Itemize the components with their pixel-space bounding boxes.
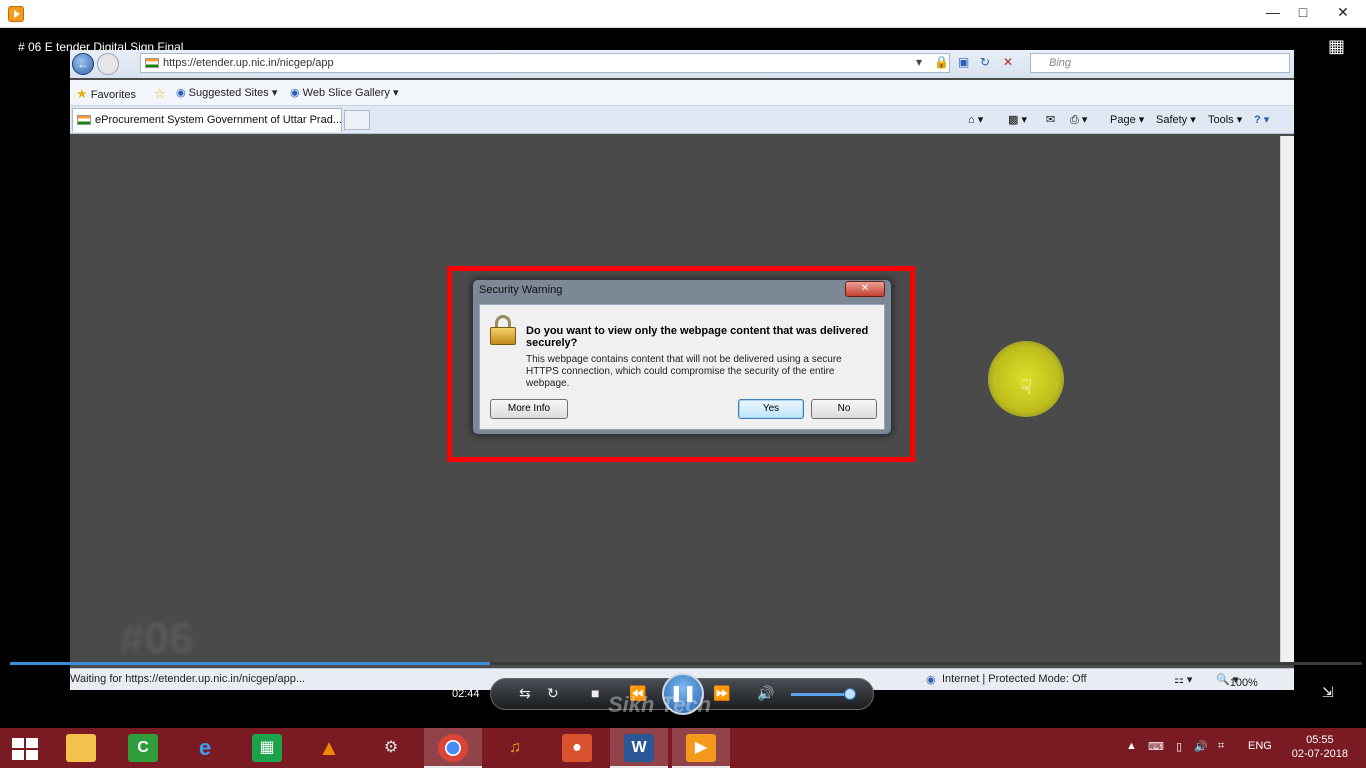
- ie-page-icon: ◉: [290, 87, 300, 99]
- repeat-icon[interactable]: ↻: [547, 685, 559, 702]
- battery-icon[interactable]: ▯: [1176, 740, 1182, 753]
- page-menu[interactable]: Page ▾: [1110, 113, 1144, 126]
- switch-view-icon[interactable]: ⇲: [1322, 684, 1334, 701]
- internet-zone-icon: ◉: [926, 674, 936, 686]
- india-flag-icon: [145, 58, 159, 68]
- stop-icon[interactable]: ✕: [1003, 55, 1013, 69]
- player-titlebar: — □ ✕: [0, 0, 1366, 28]
- clock[interactable]: 05:55 02-07-2018: [1292, 733, 1348, 761]
- padlock-icon: [490, 315, 516, 345]
- speaker-icon[interactable]: 🔊: [1194, 740, 1208, 753]
- taskbar: C e ▦ ▲ ⚙ ♫ ● W ▶ ▲ ⌨ ▯ 🔊 ⌗ ENG 05:55 02…: [0, 728, 1366, 768]
- audacity-icon[interactable]: ♫: [486, 728, 544, 768]
- zone-text: Internet | Protected Mode: Off: [942, 673, 1087, 685]
- clock-date: 02-07-2018: [1291, 748, 1348, 760]
- channel-watermark: Sikh Tech: [608, 692, 712, 717]
- clock-time: 05:55: [1306, 734, 1334, 746]
- stop-icon[interactable]: ■: [591, 685, 599, 701]
- close-button[interactable]: ✕: [1320, 0, 1366, 24]
- status-text: Waiting for https://etender.up.nic.in/ni…: [70, 673, 306, 685]
- feeds-icon[interactable]: ▩ ▾: [1008, 113, 1027, 126]
- suggested-sites-link[interactable]: ◉ Suggested Sites ▾: [176, 86, 277, 99]
- favorites-bar: ★ Favorites ☆ ◉ Suggested Sites ▾ ◉ Web …: [70, 80, 1294, 106]
- zoom-value: 100%: [1229, 677, 1258, 689]
- tools-menu[interactable]: Tools ▾: [1208, 113, 1242, 126]
- zoom-control[interactable]: 🔍 100% ▾: [1216, 673, 1258, 689]
- india-flag-icon: [77, 115, 91, 125]
- windows-start-icon[interactable]: [12, 738, 38, 760]
- print-icon[interactable]: ⎙ ▾: [1070, 113, 1087, 127]
- safety-menu[interactable]: Safety ▾: [1156, 113, 1196, 126]
- dialog-body: Do you want to view only the webpage con…: [479, 304, 885, 430]
- address-bar: ← https://etender.up.nic.in/nicgep/app ▾…: [70, 50, 1294, 78]
- help-icon[interactable]: ? ▾: [1254, 113, 1269, 126]
- recorder-icon[interactable]: ●: [548, 728, 606, 768]
- dialog-close-button[interactable]: ✕: [845, 281, 885, 297]
- mail-icon[interactable]: ✉: [1046, 113, 1055, 126]
- language-indicator[interactable]: ENG: [1248, 740, 1272, 752]
- dialog-description: This webpage contains content that will …: [526, 354, 842, 389]
- shuffle-icon[interactable]: ⇆: [519, 685, 531, 702]
- tab-row: eProcurement System Government of Uttar …: [70, 106, 1294, 134]
- search-placeholder: Bing: [1049, 57, 1072, 69]
- suggested-sites-label: Suggested Sites: [188, 87, 269, 99]
- windows-store-icon[interactable]: ▦: [238, 728, 296, 768]
- tray-expand-icon[interactable]: ▲: [1126, 740, 1137, 752]
- playlist-icon[interactable]: ▦: [1328, 36, 1345, 57]
- favorites-star-icon: ★: [76, 86, 88, 101]
- word-icon[interactable]: W: [610, 728, 668, 768]
- safety-menu-label: Safety: [1156, 114, 1188, 126]
- chrome-icon[interactable]: [424, 728, 482, 768]
- internet-explorer-icon[interactable]: e: [176, 728, 234, 768]
- web-slice-gallery-label: Web Slice Gallery: [302, 87, 390, 99]
- refresh-icon[interactable]: ↻: [980, 55, 990, 69]
- security-zone-icon[interactable]: ⚏ ▾: [1174, 673, 1192, 686]
- more-info-button[interactable]: More Info: [490, 399, 568, 419]
- volume-knob[interactable]: [844, 688, 856, 700]
- dialog-question: Do you want to view only the webpage con…: [526, 325, 869, 349]
- camtasia-icon[interactable]: C: [114, 728, 172, 768]
- tools-menu-label: Tools: [1208, 114, 1234, 126]
- search-input[interactable]: Bing: [1030, 53, 1290, 73]
- yes-button[interactable]: Yes: [738, 399, 804, 419]
- media-player-icon[interactable]: ▶: [672, 728, 730, 768]
- seek-bar[interactable]: [10, 662, 1362, 665]
- elapsed-time: 02:44: [452, 688, 480, 700]
- dropdown-arrow-icon[interactable]: ▾: [916, 55, 922, 69]
- add-favorite-icon[interactable]: ☆: [154, 86, 166, 102]
- favorites-button[interactable]: ★ Favorites: [76, 86, 136, 102]
- url-text: https://etender.up.nic.in/nicgep/app: [163, 57, 334, 69]
- back-arrow-icon[interactable]: ←: [72, 53, 94, 75]
- url-field[interactable]: https://etender.up.nic.in/nicgep/app: [140, 53, 950, 73]
- file-explorer-icon[interactable]: [52, 728, 110, 768]
- hand-cursor-icon: ☟: [1020, 377, 1033, 399]
- network-icon[interactable]: ⌗: [1218, 740, 1224, 753]
- tab-title: eProcurement System Government of Uttar …: [95, 114, 342, 126]
- no-button[interactable]: No: [811, 399, 877, 419]
- maximize-button[interactable]: □: [1288, 0, 1318, 24]
- minimize-button[interactable]: —: [1258, 0, 1288, 24]
- keyboard-icon[interactable]: ⌨: [1148, 740, 1164, 753]
- player-app-icon: [8, 6, 24, 22]
- tab-eprocurement[interactable]: eProcurement System Government of Uttar …: [72, 108, 342, 132]
- fast-forward-icon[interactable]: ⏩: [713, 685, 730, 702]
- favorites-label: Favorites: [90, 89, 136, 101]
- vertical-scrollbar[interactable]: [1280, 136, 1294, 664]
- seek-progress: [10, 662, 490, 665]
- remote-desktop-icon[interactable]: ⚙: [362, 728, 420, 768]
- ie-page-icon: ◉: [176, 87, 186, 99]
- vlc-icon[interactable]: ▲: [300, 728, 358, 768]
- web-slice-gallery-link[interactable]: ◉ Web Slice Gallery ▾: [290, 86, 398, 99]
- home-icon[interactable]: ⌂ ▾: [968, 113, 983, 126]
- lock-icon[interactable]: 🔒: [934, 55, 949, 69]
- forward-arrow-icon[interactable]: [97, 53, 119, 75]
- page-menu-label: Page: [1110, 114, 1136, 126]
- page-watermark: #06: [120, 614, 194, 663]
- volume-icon[interactable]: 🔊: [757, 685, 774, 702]
- dialog-title: Security Warning: [479, 284, 563, 296]
- new-tab-button[interactable]: [344, 110, 370, 130]
- security-warning-dialog: Security Warning ✕ Do you want to view o…: [472, 279, 892, 435]
- compat-view-icon[interactable]: ▣: [958, 55, 969, 69]
